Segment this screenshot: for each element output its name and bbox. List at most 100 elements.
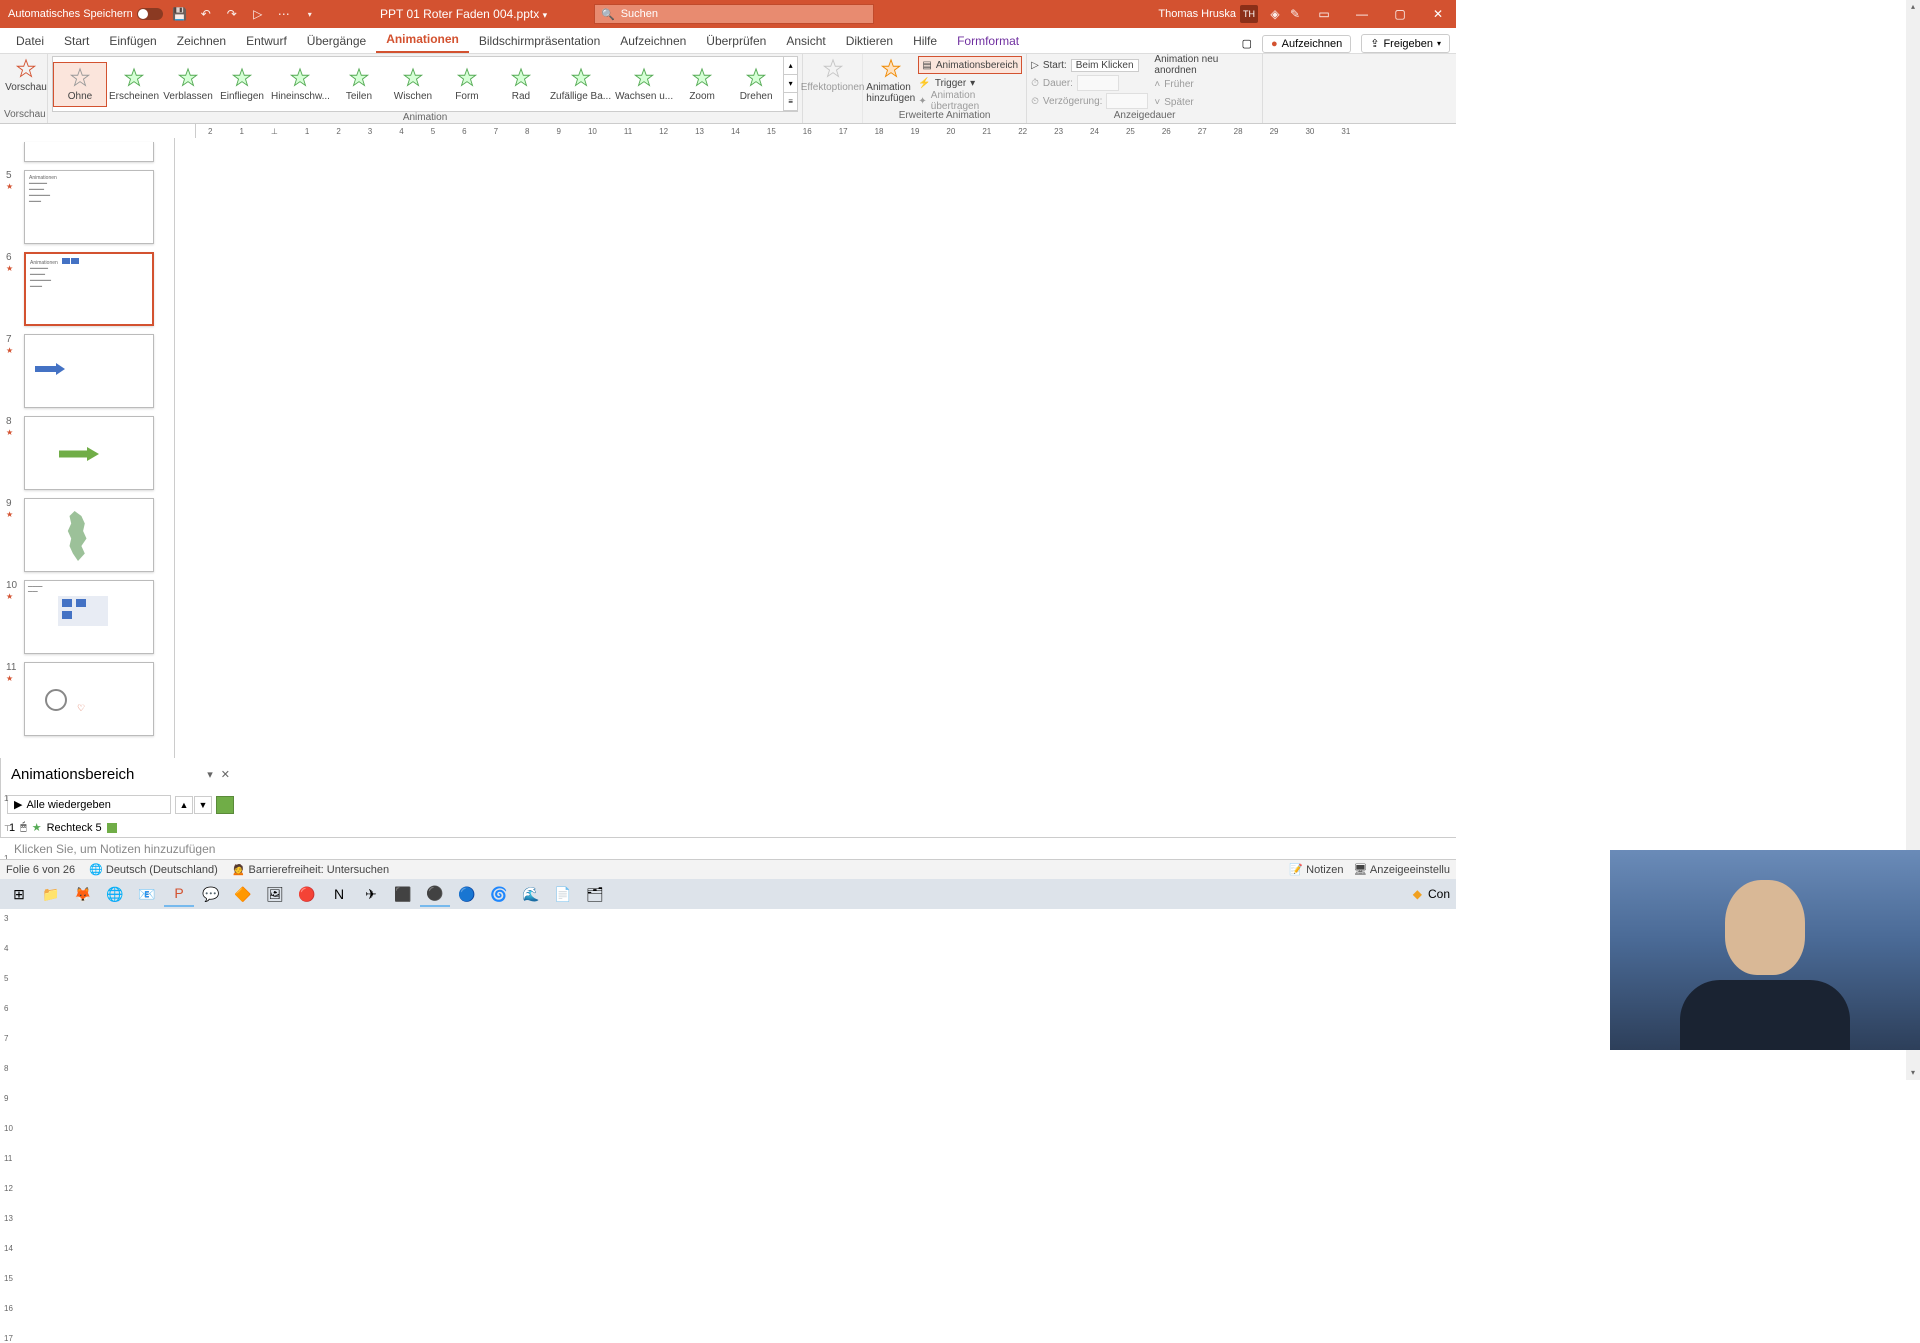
thumb-8[interactable] [24,416,154,490]
preview-button[interactable]: Vorschau [4,56,48,95]
timeline-bar[interactable] [107,823,117,833]
minimize-button[interactable]: — [1344,0,1380,28]
tab-slideshow[interactable]: Bildschirmpräsentation [469,29,610,53]
undo-icon[interactable]: ↶ [197,5,215,23]
maximize-button[interactable]: ▢ [1382,0,1418,28]
tray-icon[interactable]: ◆ [1413,887,1422,901]
telegram-icon[interactable]: ✈ [356,881,386,907]
start-button[interactable]: ⊞ [4,881,34,907]
explorer-icon[interactable]: 📁 [36,881,66,907]
accessibility-checker[interactable]: 🙍 Barrierefreiheit: Untersuchen [232,863,389,876]
filename[interactable]: PPT 01 Roter Faden 004.pptx ▾ [380,7,547,21]
app-icon-6[interactable]: 🔵 [452,881,482,907]
more-icon[interactable]: ⋯ [275,5,293,23]
tab-review[interactable]: Überprüfen [696,29,776,53]
pen-icon[interactable]: ✎ [1286,5,1304,23]
thumb-7[interactable] [24,334,154,408]
effect-growturn[interactable]: Wachsen u... [613,63,675,106]
app-icon-8[interactable]: 📄 [548,881,578,907]
gallery-more[interactable]: ≡ [784,93,797,111]
customize-qat[interactable]: ▾ [301,5,319,23]
autosave-toggle[interactable]: Automatisches Speichern [8,8,163,20]
notes-area[interactable]: Klicken Sie, um Notizen hinzuzufügen [0,837,1456,859]
gallery-up[interactable]: ▴ [784,57,797,75]
language-indicator[interactable]: 🌐 Deutsch (Deutschland) [89,863,218,876]
close-button[interactable]: ✕ [1420,0,1456,28]
notes-toggle[interactable]: 📝 Notizen [1289,863,1343,876]
tab-design[interactable]: Entwurf [236,29,297,53]
save-icon[interactable]: 💾 [171,5,189,23]
tab-shapeformat[interactable]: Formformat [947,29,1029,53]
move-up-button[interactable]: ▲ [175,796,193,814]
thumb-partial[interactable] [24,142,154,162]
slide-thumbnails[interactable]: 5★Animationen━━━━━━━━━━━━━━━━━━━━━━ 6★An… [0,138,175,758]
effect-fade[interactable]: Verblassen [161,63,215,106]
pane-close-icon[interactable]: ✕ [221,768,230,781]
tab-home[interactable]: Start [54,29,99,53]
account-button[interactable]: Thomas Hruska TH [1158,5,1258,23]
thumb-10[interactable]: ━━━━━━━━━━ [24,580,154,654]
tab-dictate[interactable]: Diktieren [836,29,903,53]
outlook-icon[interactable]: 📧 [132,881,162,907]
animation-item[interactable]: 1 🖱 ★ Rechteck 5 [1,818,240,837]
app-icon-5[interactable]: ⬛ [388,881,418,907]
effect-zoom[interactable]: Zoom [675,63,729,106]
effect-appear[interactable]: Erscheinen [107,63,161,106]
app-icon-9[interactable]: 🗂 [580,881,610,907]
effect-shape[interactable]: Form [440,63,494,106]
obs-icon[interactable]: ⚫ [420,881,450,907]
app-icon[interactable]: 💬 [196,881,226,907]
redo-icon[interactable]: ↷ [223,5,241,23]
gallery-down[interactable]: ▾ [784,75,797,93]
thumb-11[interactable]: ♡ [24,662,154,736]
animation-gallery[interactable]: Ohne Erscheinen Verblassen Einfliegen Hi… [52,56,798,112]
firefox-icon[interactable]: 🦊 [68,881,98,907]
slide-counter[interactable]: Folie 6 von 26 [6,864,75,876]
effect-split[interactable]: Teilen [332,63,386,106]
app-icon-7[interactable]: 🌀 [484,881,514,907]
tab-draw[interactable]: Zeichnen [167,29,236,53]
pane-dropdown-icon[interactable]: ▾ [207,768,213,781]
onenote-icon[interactable]: N [324,881,354,907]
thumb-5[interactable]: Animationen━━━━━━━━━━━━━━━━━━━━━━ [24,170,154,244]
tab-transitions[interactable]: Übergänge [297,29,376,53]
tab-record[interactable]: Aufzeichnen [610,29,696,53]
status-bar: Folie 6 von 26 🌐 Deutsch (Deutschland) 🙍… [0,859,1456,879]
edge-icon[interactable]: 🌊 [516,881,546,907]
tab-file[interactable]: Datei [6,29,54,53]
add-animation-button[interactable]: Animation hinzufügen [867,56,914,110]
thumb-6[interactable]: Animationen ━━━━━━━━━━━━━━━━━━━━━━ [24,252,154,326]
app-icon-2[interactable]: 🔶 [228,881,258,907]
from-beginning-icon[interactable]: ▷ [249,5,267,23]
effect-wipe[interactable]: Wischen [386,63,440,106]
effect-floatin[interactable]: Hineinschw... [269,63,332,106]
animation-pane-button[interactable]: ▤ Animationsbereich [918,56,1022,74]
tab-help[interactable]: Hilfe [903,29,947,53]
effect-randombars[interactable]: Zufällige Ba... [548,63,613,106]
ribbon-options[interactable]: ▭ [1306,0,1342,28]
powerpoint-icon[interactable]: P [164,881,194,907]
app-icon-3[interactable]: 🖼 [260,881,290,907]
record-button[interactable]: ●Aufzeichnen [1262,35,1351,53]
move-down-button[interactable]: ▼ [194,796,212,814]
play-all-button[interactable]: ▶Alle wiedergeben [7,795,171,814]
tab-insert[interactable]: Einfügen [99,29,166,53]
tab-animations[interactable]: Animationen [376,27,469,53]
app-icon-4[interactable]: 🔴 [292,881,322,907]
effect-flyin[interactable]: Einfliegen [215,63,269,106]
collapse-ribbon[interactable]: ▢ [1242,37,1252,50]
duration-input: ⏱ Dauer: [1031,74,1148,92]
chrome-icon[interactable]: 🌐 [100,881,130,907]
effect-none[interactable]: Ohne [53,62,107,107]
thumb-9[interactable] [24,498,154,572]
effect-spin[interactable]: Drehen [729,63,783,106]
effect-wheel[interactable]: Rad [494,63,548,106]
share-button[interactable]: ⇪Freigeben▾ [1361,34,1450,53]
timeline-toggle[interactable] [216,796,234,814]
copilot-icon[interactable]: ◈ [1266,5,1284,23]
start-dropdown[interactable]: ▷ Start: Beim Klicken [1031,56,1148,74]
search-input[interactable]: 🔍 Suchen [594,4,874,24]
display-settings[interactable]: 🖥 Anzeigeeinstellu [1353,863,1450,876]
tab-view[interactable]: Ansicht [776,29,835,53]
effect-options-button: Effektoptionen [807,56,858,95]
